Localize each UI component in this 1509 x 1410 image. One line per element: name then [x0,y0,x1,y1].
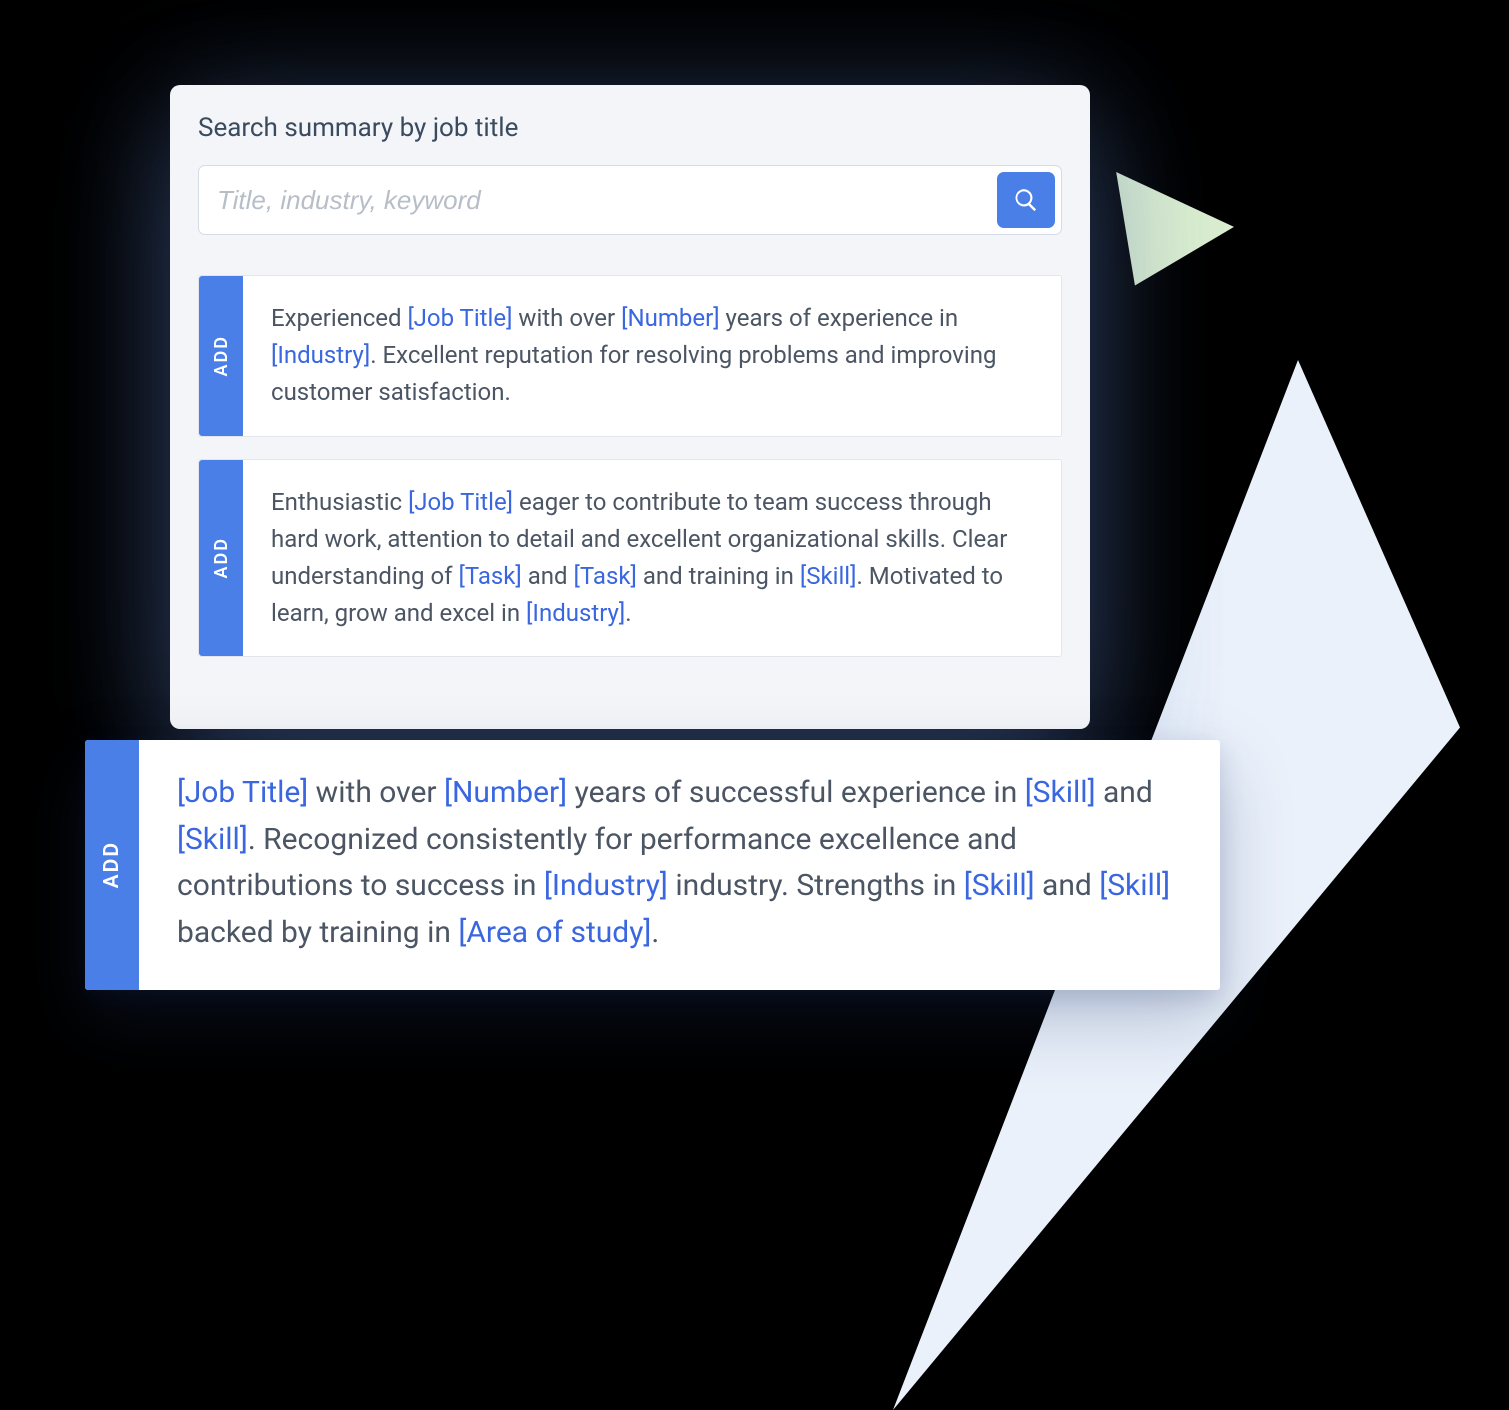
search-row [198,165,1062,235]
placeholder-token[interactable]: [Area of study] [458,915,651,950]
summary-card: ADD Experienced [Job Title] with over [N… [198,275,1062,437]
summary-text: Enthusiastic [Job Title] eager to contri… [243,460,1061,657]
summary-text: Experienced [Job Title] with over [Numbe… [243,276,1061,436]
add-label: ADD [211,537,232,578]
text-run: and training in [637,562,800,590]
add-label: ADD [100,841,124,888]
add-label: ADD [211,335,232,376]
placeholder-token[interactable]: [Job Title] [407,304,512,332]
text-run: backed by training in [177,915,458,950]
placeholder-token[interactable]: [Industry] [271,341,370,369]
text-run: and [522,562,574,590]
text-run: with over [512,304,621,332]
text-run: and [1035,868,1100,903]
text-run: with over [308,775,444,810]
placeholder-token[interactable]: [Job Title] [177,775,308,810]
search-button[interactable] [997,172,1055,228]
text-run: . [625,599,631,627]
placeholder-token[interactable]: [Skill] [1099,868,1170,903]
placeholder-token[interactable]: [Number] [444,775,567,810]
add-button[interactable]: ADD [199,460,243,657]
placeholder-token[interactable]: [Job Title] [408,488,513,516]
search-icon [1013,187,1039,213]
panel-title: Search summary by job title [198,113,1062,143]
add-button[interactable]: ADD [199,276,243,436]
placeholder-token[interactable]: [Industry] [526,599,625,627]
text-run: years of experience in [720,304,959,332]
summary-card: ADD Enthusiastic [Job Title] eager to co… [198,459,1062,658]
placeholder-token[interactable]: [Skill] [964,868,1035,903]
text-run: . [651,915,659,950]
placeholder-token[interactable]: [Task] [574,562,637,590]
add-button[interactable]: ADD [85,740,139,990]
summary-card-expanded: ADD [Job Title] with over [Number] years… [85,740,1220,990]
text-run: Experienced [271,304,407,332]
summary-search-panel: Search summary by job title ADD Experien… [170,85,1090,729]
placeholder-token[interactable]: [Skill] [1025,775,1096,810]
placeholder-token[interactable]: [Industry] [544,868,668,903]
text-run: Enthusiastic [271,488,408,516]
summary-text: [Job Title] with over [Number] years of … [139,740,1220,990]
decorative-green-triangle [1076,172,1234,313]
text-run: . Excellent reputation for resolving pro… [271,341,996,406]
placeholder-token[interactable]: [Skill] [177,822,248,857]
placeholder-token[interactable]: [Skill] [800,562,857,590]
search-input[interactable] [217,172,997,228]
text-run: and [1096,775,1153,810]
placeholder-token[interactable]: [Number] [621,304,719,332]
text-run: industry. Strengths in [668,868,964,903]
placeholder-token[interactable]: [Task] [458,562,521,590]
text-run: years of successful experience in [567,775,1025,810]
